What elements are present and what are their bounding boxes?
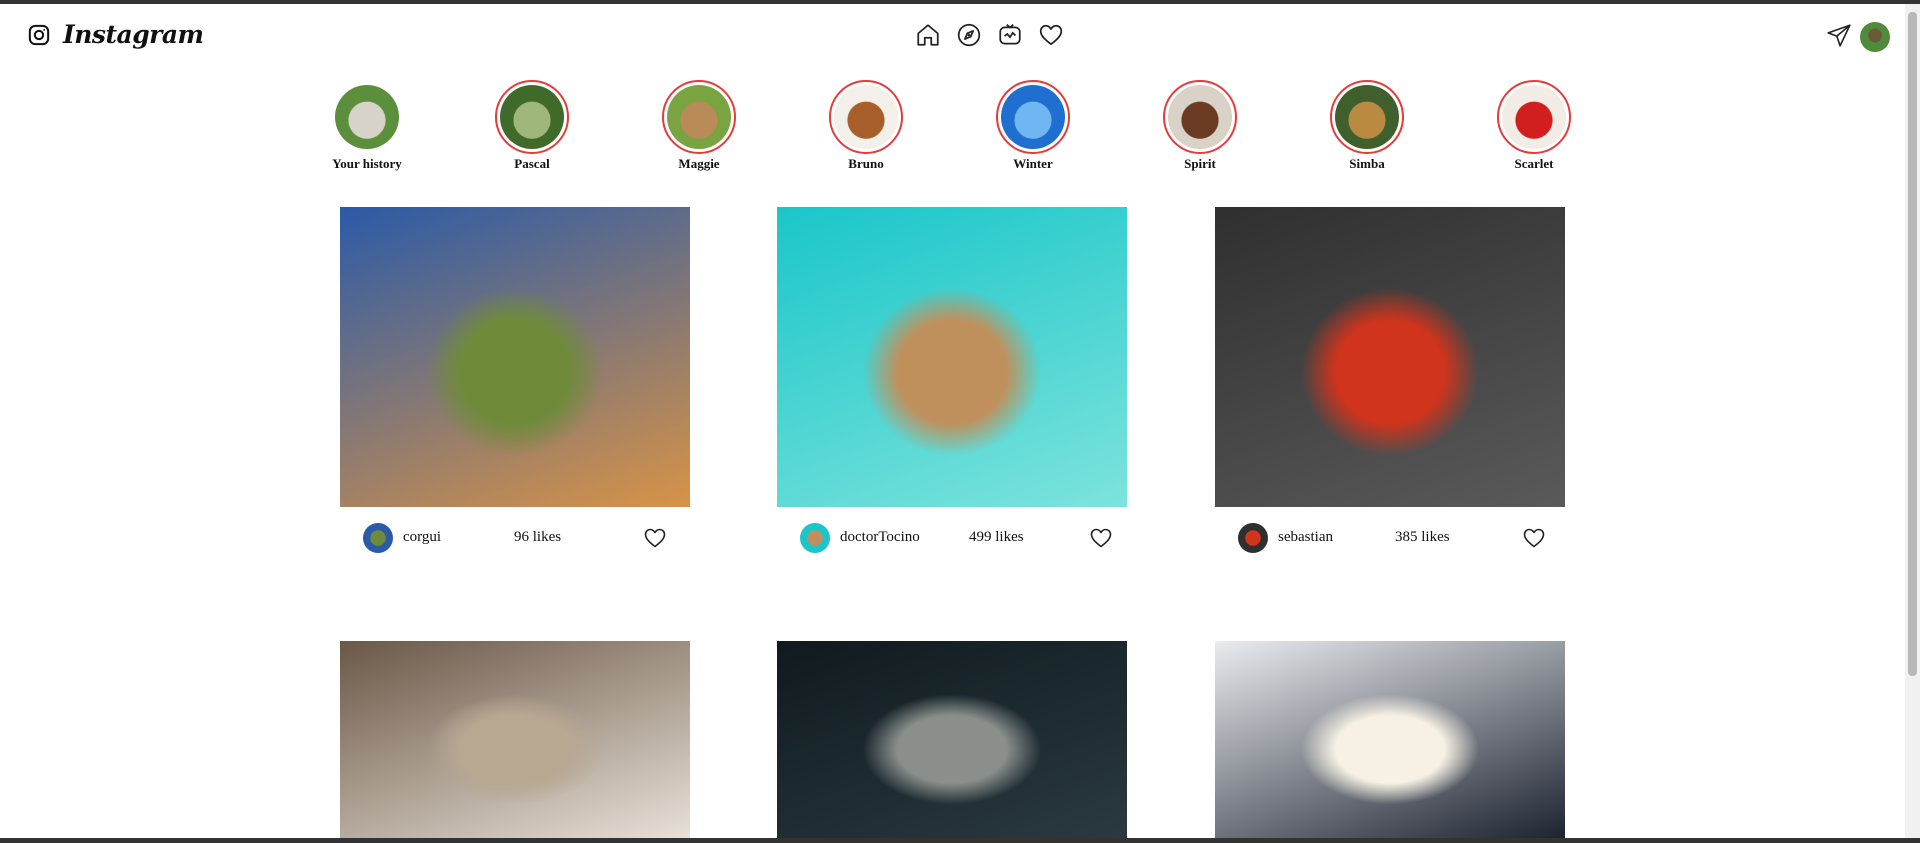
browser-bottom-edge	[0, 838, 1920, 843]
post-meta: doctorTocino 499 likes	[777, 507, 1127, 553]
story-item[interactable]: Spirit	[1140, 80, 1260, 172]
story-item[interactable]: Your history	[307, 80, 427, 172]
post-photo[interactable]	[1215, 641, 1565, 838]
scrollbar-thumb[interactable]	[1908, 12, 1917, 676]
story-ring	[1330, 80, 1404, 154]
story-ring	[1497, 80, 1571, 154]
post-meta: corgui 96 likes	[340, 507, 690, 553]
story-avatar	[335, 85, 399, 149]
post-likes-count: 499 likes	[969, 529, 1024, 545]
story-item[interactable]: Pascal	[472, 80, 592, 172]
story-item[interactable]: Bruno	[806, 80, 926, 172]
story-avatar	[500, 85, 564, 149]
feed-post: sebastian 385 likes	[1215, 207, 1565, 553]
post-username[interactable]: doctorTocino	[840, 529, 920, 546]
story-item[interactable]: Simba	[1307, 80, 1427, 172]
stories-bar: Your history Pascal Maggie Bruno Winter Spiri…	[0, 80, 1900, 175]
post-user-avatar[interactable]	[363, 523, 393, 553]
story-label: Spirit	[1184, 156, 1216, 171]
send-icon[interactable]	[1826, 22, 1852, 48]
story-avatar	[1168, 85, 1232, 149]
like-heart-icon[interactable]	[1089, 526, 1113, 550]
like-heart-icon[interactable]	[643, 526, 667, 550]
profile-avatar[interactable]	[1860, 22, 1890, 52]
story-label: Maggie	[678, 156, 720, 171]
main-nav	[915, 22, 1079, 48]
post-photo[interactable]	[777, 207, 1127, 507]
explore-icon[interactable]	[956, 22, 982, 48]
story-avatar	[1001, 85, 1065, 149]
story-avatar	[1335, 85, 1399, 149]
story-item[interactable]: Scarlet	[1474, 80, 1594, 172]
reels-icon[interactable]	[997, 22, 1023, 48]
story-label: Scarlet	[1514, 156, 1554, 171]
story-ring	[662, 80, 736, 154]
post-likes-count: 96 likes	[514, 529, 562, 545]
story-ring	[495, 80, 569, 154]
story-label: Simba	[1349, 156, 1385, 171]
story-ring	[829, 80, 903, 154]
instagram-camera-icon	[28, 24, 50, 46]
post-photo[interactable]	[340, 207, 690, 507]
post-photo[interactable]	[777, 641, 1127, 838]
story-label: Winter	[1013, 156, 1053, 171]
story-ring	[996, 80, 1070, 154]
story-avatar	[667, 85, 731, 149]
home-icon[interactable]	[915, 22, 941, 48]
like-heart-icon[interactable]	[1522, 526, 1546, 550]
story-ring	[330, 80, 404, 154]
post-user-avatar[interactable]	[800, 523, 830, 553]
story-item[interactable]: Winter	[973, 80, 1093, 172]
feed-post	[340, 641, 690, 838]
heart-icon[interactable]	[1038, 22, 1064, 48]
story-avatar	[1502, 85, 1566, 149]
story-label: Pascal	[514, 156, 550, 171]
post-username[interactable]: corgui	[403, 529, 441, 546]
header: Instagram	[0, 4, 1900, 64]
story-avatar	[834, 85, 898, 149]
post-photo[interactable]	[340, 641, 690, 838]
post-meta: sebastian 385 likes	[1215, 507, 1565, 553]
post-likes-count: 385 likes	[1395, 529, 1450, 545]
logo[interactable]: Instagram	[28, 20, 204, 49]
story-ring	[1163, 80, 1237, 154]
story-label: Bruno	[848, 156, 884, 171]
post-username[interactable]: sebastian	[1278, 529, 1333, 546]
feed-post	[777, 641, 1127, 838]
feed-post: corgui 96 likes	[340, 207, 690, 553]
story-label: Your history	[332, 156, 402, 171]
story-item[interactable]: Maggie	[639, 80, 759, 172]
post-photo[interactable]	[1215, 207, 1565, 507]
feed-post: doctorTocino 499 likes	[777, 207, 1127, 553]
feed-post	[1215, 641, 1565, 838]
post-user-avatar[interactable]	[1238, 523, 1268, 553]
brand-wordmark: Instagram	[63, 20, 204, 49]
